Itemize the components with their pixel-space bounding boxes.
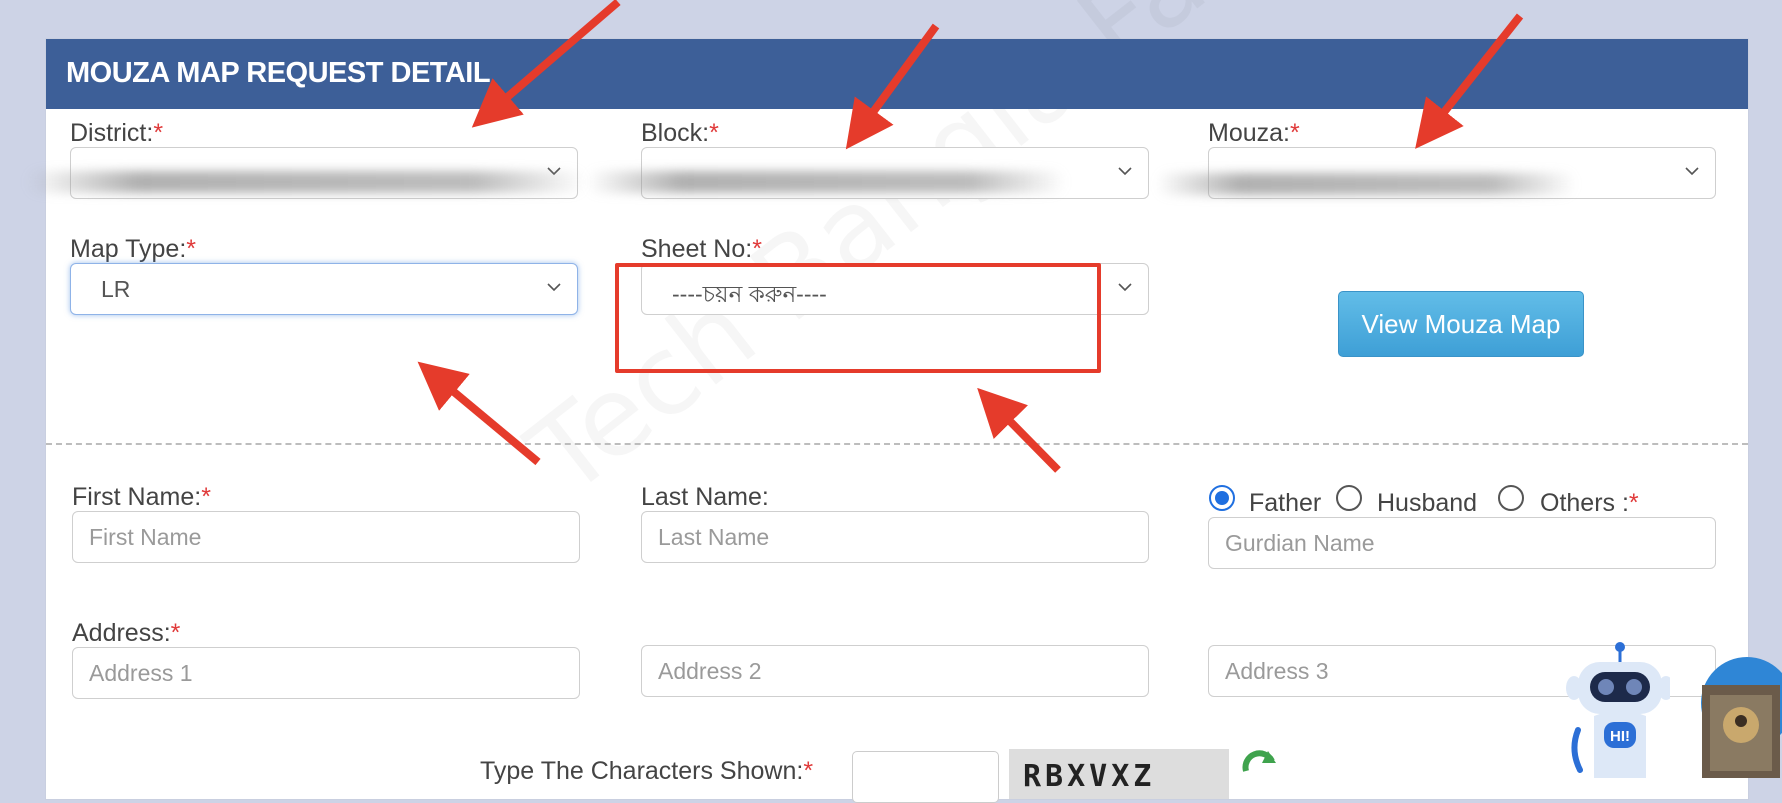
arrow-sheet-no — [977, 387, 1061, 473]
arrow-block — [845, 23, 940, 150]
arrow-mouza — [1415, 13, 1524, 149]
arrow-map-type — [417, 361, 541, 466]
chatbot-robot-icon[interactable]: HI! — [1560, 640, 1670, 778]
annotation-arrows — [417, 0, 1524, 473]
channel-avatar — [1701, 657, 1782, 778]
chatbot-greeting: HI! — [1610, 728, 1630, 745]
arrow-district — [471, 0, 621, 128]
